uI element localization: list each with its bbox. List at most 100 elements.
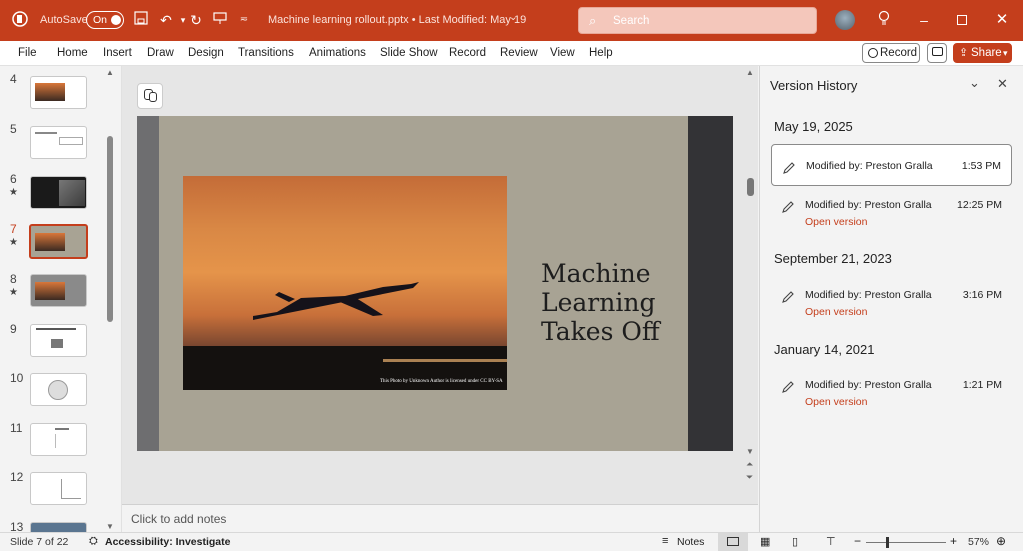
close-icon[interactable]: ✕	[997, 76, 1008, 92]
slide-sorter-icon[interactable]: ▦	[760, 535, 770, 548]
scroll-up-icon[interactable]: ▲	[106, 68, 114, 77]
tab-insert[interactable]: Insert	[103, 47, 132, 59]
normal-view-button[interactable]	[718, 533, 748, 551]
notes-toggle[interactable]: Notes	[677, 536, 704, 548]
fit-to-window-icon[interactable]: ⊕	[996, 534, 1006, 548]
zoom-slider[interactable]	[866, 542, 946, 543]
chevron-down-icon[interactable]: ⌄	[509, 12, 517, 23]
accessibility-icon[interactable]: ⛭	[89, 535, 98, 548]
tab-slide-show[interactable]: Slide Show	[380, 47, 438, 59]
zoom-out-icon[interactable]: −	[854, 534, 861, 548]
tab-transitions[interactable]: Transitions	[238, 47, 294, 59]
tab-review[interactable]: Review	[500, 47, 538, 59]
slide-number: 6	[10, 172, 17, 186]
record-button[interactable]: Record	[862, 43, 920, 63]
slide-thumbnail-9[interactable]	[30, 324, 87, 357]
comments-button[interactable]	[927, 43, 947, 63]
slide-thumbnail-6[interactable]	[30, 176, 87, 209]
slide-title[interactable]: Machine Learning Takes Off	[541, 259, 660, 346]
tab-file[interactable]: File	[18, 47, 37, 59]
zoom-in-icon[interactable]: +	[950, 534, 957, 548]
present-icon[interactable]	[210, 10, 230, 30]
tab-animations[interactable]: Animations	[309, 47, 366, 59]
share-button[interactable]: ⇪ Share ▾	[953, 43, 1012, 63]
pane-title: Version History	[770, 78, 858, 93]
version-date: May 19, 2025	[774, 119, 853, 134]
zoom-slider-thumb[interactable]	[886, 537, 889, 548]
slide-left-bar	[137, 116, 159, 451]
record-button-label: Record	[880, 47, 918, 59]
reading-view-icon[interactable]: ▯	[792, 535, 798, 548]
tab-view[interactable]: View	[550, 47, 575, 59]
customize-toolbar-icon[interactable]: ≂	[234, 10, 254, 30]
scroll-down-icon[interactable]: ▼	[746, 447, 754, 456]
open-version-link[interactable]: Open version	[805, 396, 867, 408]
zoom-level[interactable]: 57%	[968, 536, 989, 548]
designer-button[interactable]	[137, 83, 163, 109]
thumb-text-line	[55, 428, 69, 430]
redo-icon[interactable]: ↻	[186, 10, 206, 30]
tab-help[interactable]: Help	[589, 47, 613, 59]
accessibility-status[interactable]: Accessibility: Investigate	[105, 536, 230, 548]
title-bar: AutoSave On ↶ ▾ ↻ ≂ Machine learning rol…	[0, 0, 1023, 41]
version-entry[interactable]: Modified by: Preston Gralla 3:16 PM Open…	[771, 274, 1012, 318]
slide-canvas[interactable]: This Photo by Unknown Author is licensed…	[137, 116, 733, 451]
open-version-link[interactable]: Open version	[805, 216, 867, 228]
notes-pane[interactable]: Click to add notes	[122, 504, 758, 532]
tab-draw[interactable]: Draw	[147, 47, 174, 59]
slide-number: 9	[10, 322, 17, 336]
document-title[interactable]: Machine learning rollout.pptx • Last Mod…	[268, 14, 526, 26]
save-icon[interactable]	[131, 10, 151, 30]
pencil-icon	[782, 291, 794, 303]
lightbulb-icon[interactable]	[874, 10, 894, 30]
notes-icon[interactable]: ≡	[662, 535, 668, 547]
normal-view-icon	[727, 537, 739, 546]
version-entry[interactable]: Modified by: Preston Gralla 1:21 PM Open…	[771, 364, 1012, 408]
tab-design[interactable]: Design	[188, 47, 224, 59]
search-input[interactable]: ⌕ Search	[578, 7, 817, 34]
slide-thumbnail-4[interactable]	[30, 76, 87, 109]
thumb-text-line	[35, 132, 57, 134]
previous-slide-icon[interactable]: ⏶	[746, 459, 753, 470]
slide-thumbnail-10[interactable]	[30, 373, 87, 406]
slide-title-line: Takes Off	[541, 317, 660, 346]
next-slide-icon[interactable]: ⏷	[746, 472, 753, 483]
slide-thumbnail-5[interactable]	[30, 126, 87, 159]
minimize-icon[interactable]: –	[914, 10, 934, 30]
thumb-image	[35, 282, 65, 300]
airplane-photo[interactable]: This Photo by Unknown Author is licensed…	[183, 176, 507, 390]
slide-thumbnail-8[interactable]	[30, 274, 87, 307]
autosave-toggle[interactable]: On	[86, 11, 124, 29]
slide-thumbnail-12[interactable]	[30, 472, 87, 505]
toggle-knob	[111, 15, 121, 25]
version-modified-by: Modified by: Preston Gralla	[806, 160, 933, 172]
thumbnail-scrollbar[interactable]	[107, 136, 113, 322]
close-icon[interactable]: ✕	[992, 10, 1012, 30]
tab-home[interactable]: Home	[57, 47, 88, 59]
autosave-state: On	[93, 14, 108, 26]
slideshow-view-icon[interactable]: ⊤	[826, 535, 836, 548]
slide-thumbnail-7[interactable]	[29, 224, 88, 259]
scroll-down-icon[interactable]: ▼	[106, 522, 114, 531]
share-icon: ⇪	[959, 47, 969, 59]
slide-number: 4	[10, 72, 17, 86]
slide-right-bar	[688, 116, 733, 451]
maximize-icon[interactable]	[952, 10, 972, 30]
editor-scrollbar[interactable]	[747, 178, 754, 196]
autosave-label: AutoSave	[40, 14, 88, 26]
slide-thumbnail-13[interactable]	[30, 522, 87, 532]
search-placeholder: Search	[613, 15, 650, 27]
version-entry[interactable]: Modified by: Preston Gralla 12:25 PM Ope…	[771, 184, 1012, 228]
slide-number: 11	[10, 421, 23, 435]
comment-icon	[932, 47, 943, 56]
tab-record[interactable]: Record	[449, 47, 486, 59]
thumb-image	[35, 83, 65, 101]
slide-title-line: Learning	[541, 288, 656, 317]
avatar[interactable]	[835, 10, 855, 30]
version-time: 3:16 PM	[962, 289, 1002, 301]
chevron-down-icon[interactable]: ⌄	[969, 75, 980, 91]
scroll-up-icon[interactable]: ▲	[746, 68, 754, 77]
open-version-link[interactable]: Open version	[805, 306, 867, 318]
version-entry[interactable]: Modified by: Preston Gralla 1:53 PM	[771, 144, 1012, 186]
slide-thumbnail-11[interactable]	[30, 423, 87, 456]
